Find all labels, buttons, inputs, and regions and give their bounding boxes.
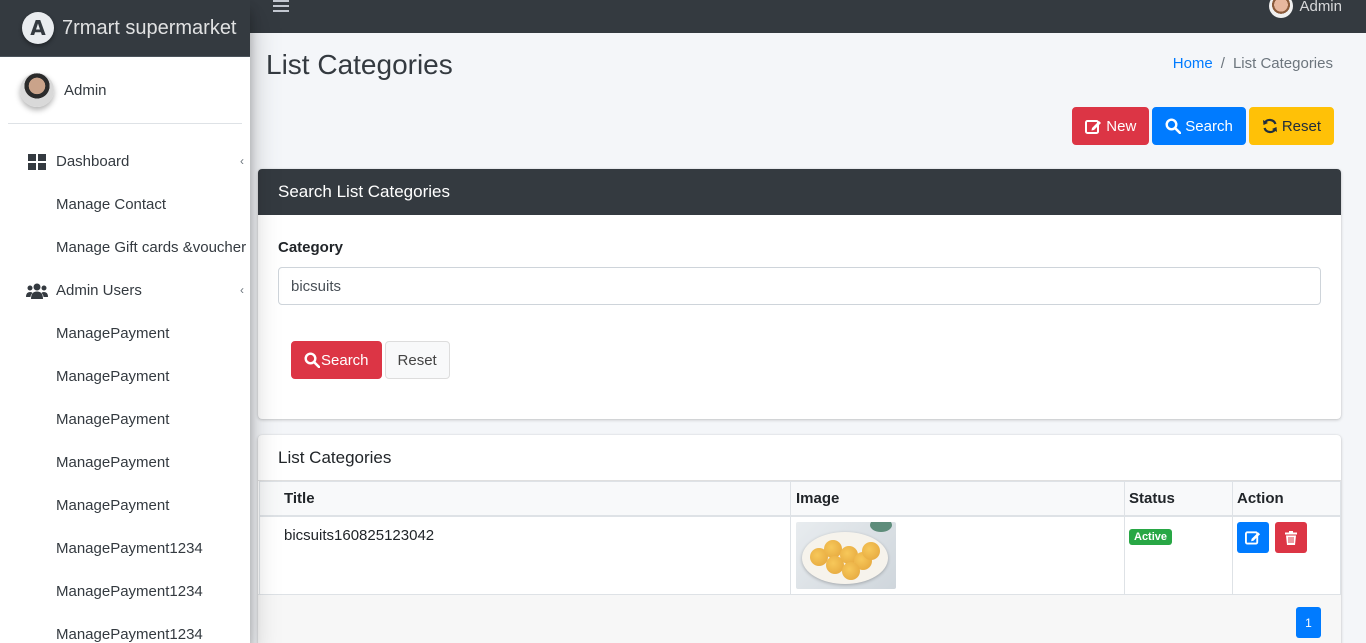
sidebar-item-label: ManagePayment xyxy=(56,368,170,385)
column-header-image: Image xyxy=(790,481,1125,517)
sidebar-item-managepayment[interactable]: ManagePayment xyxy=(0,355,250,398)
search-card: Search List Categories Category Search R… xyxy=(258,169,1341,419)
user-panel[interactable]: Admin xyxy=(8,57,242,124)
edit-icon xyxy=(1085,119,1102,134)
breadcrumb-separator: / xyxy=(1220,55,1225,72)
search-card-header: Search List Categories xyxy=(258,169,1341,215)
sidebar-item-label: Dashboard xyxy=(56,153,130,170)
category-label: Category xyxy=(278,239,344,256)
pagination-page-1[interactable]: 1 xyxy=(1296,607,1321,638)
sidebar-item-managepayment1234[interactable]: ManagePayment1234 xyxy=(0,570,250,613)
brand-logo-icon: A xyxy=(22,12,54,44)
search-icon xyxy=(304,352,320,368)
category-input[interactable] xyxy=(278,267,1321,305)
reset-button-label: Reset xyxy=(1281,117,1321,135)
dashboard-grid-icon xyxy=(26,153,48,170)
sidebar-item-label: ManagePayment xyxy=(56,497,170,514)
search-submit-button[interactable]: Search xyxy=(291,341,382,379)
search-icon xyxy=(1165,118,1182,134)
chevron-left-icon: ‹ xyxy=(240,154,244,168)
table-row: bicsuits160825123042 Active xyxy=(259,515,1341,595)
edit-row-button[interactable] xyxy=(1237,521,1269,553)
user-name[interactable]: Admin xyxy=(64,82,107,99)
list-card: List Categories Title Image Status Actio… xyxy=(258,435,1341,643)
sidebar-item-managepayment[interactable]: ManagePayment xyxy=(0,312,250,355)
row-title: bicsuits160825123042 xyxy=(259,515,791,595)
reset-button[interactable]: Reset xyxy=(1248,107,1334,145)
breadcrumb-current: List Categories xyxy=(1232,55,1333,72)
sidebar-item-label: Manage Contact xyxy=(56,196,167,213)
sidebar-item-label: ManagePayment1234 xyxy=(56,626,203,643)
row-image-cell xyxy=(790,515,1125,595)
column-header-status: Status xyxy=(1124,481,1233,517)
sidebar-item-managepayment1234[interactable]: ManagePayment1234 xyxy=(0,613,250,643)
sidebar-item-label: ManagePayment xyxy=(56,325,170,342)
sidebar-item-dashboard[interactable]: Dashboard ‹ xyxy=(0,140,250,183)
sidebar-item-managepayment[interactable]: ManagePayment xyxy=(0,441,250,484)
avatar xyxy=(1269,0,1294,18)
sidebar: A 7rmart supermarket Admin Dashboard ‹ M… xyxy=(0,0,250,643)
sidebar-item-manage-contact[interactable]: Manage Contact xyxy=(0,183,250,226)
sidebar-item-label: Admin Users xyxy=(56,282,142,299)
breadcrumb-home-link[interactable]: Home xyxy=(1173,55,1213,72)
list-card-header: List Categories xyxy=(258,435,1341,481)
page-title: List Categories xyxy=(266,49,453,80)
search-button-label: Search xyxy=(1185,117,1233,135)
brand-name: 7rmart supermarket xyxy=(62,16,237,39)
sidebar-nav: Dashboard ‹ Manage Contact Manage Gift c… xyxy=(0,124,250,643)
users-icon xyxy=(26,283,48,299)
trash-icon xyxy=(1285,530,1298,545)
delete-row-button[interactable] xyxy=(1275,522,1308,553)
sidebar-item-label: ManagePayment xyxy=(56,411,170,428)
top-user-name: Admin xyxy=(1299,0,1342,15)
sidebar-item-label: ManagePayment1234 xyxy=(56,540,203,557)
hamburger-menu-icon[interactable] xyxy=(273,0,289,12)
search-button[interactable]: Search xyxy=(1152,107,1246,145)
status-badge: Active xyxy=(1129,528,1173,545)
categories-table: Title Image Status Action bicsuits160825… xyxy=(259,481,1341,595)
column-header-title: Title xyxy=(259,481,791,517)
column-header-action: Action xyxy=(1232,481,1341,517)
breadcrumb: Home / List Categories xyxy=(1173,55,1333,72)
new-button-label: New xyxy=(1106,117,1137,135)
table-header-row: Title Image Status Action xyxy=(259,481,1341,517)
search-form-actions: Search Reset xyxy=(291,341,450,379)
row-status-cell: Active xyxy=(1124,515,1233,595)
top-user-menu[interactable]: Admin xyxy=(1269,0,1342,18)
sidebar-item-label: ManagePayment1234 xyxy=(56,583,203,600)
chevron-left-icon: ‹ xyxy=(240,283,244,297)
sidebar-item-admin-users[interactable]: Admin Users ‹ xyxy=(0,269,250,312)
sidebar-item-managepayment[interactable]: ManagePayment xyxy=(0,484,250,527)
sidebar-item-label: ManagePayment xyxy=(56,454,170,471)
sidebar-item-gift-cards[interactable]: Manage Gift cards &voucher xyxy=(0,226,250,269)
main-content: List Categories Home / List Categories N… xyxy=(250,33,1366,643)
list-card-footer: 1 xyxy=(258,594,1341,643)
edit-icon xyxy=(1245,530,1261,545)
new-button[interactable]: New xyxy=(1072,107,1150,145)
sidebar-item-label: Manage Gift cards &voucher xyxy=(56,239,247,256)
page-actions: New Search Reset xyxy=(1072,107,1334,145)
row-action-cell xyxy=(1232,515,1341,595)
brand-link[interactable]: A 7rmart supermarket xyxy=(0,0,250,57)
search-submit-label: Search xyxy=(321,351,369,369)
search-reset-button[interactable]: Reset xyxy=(384,341,450,379)
refresh-icon xyxy=(1262,118,1278,134)
top-navbar: Admin xyxy=(250,0,1366,33)
sidebar-item-managepayment[interactable]: ManagePayment xyxy=(0,398,250,441)
avatar xyxy=(20,73,54,107)
category-thumbnail xyxy=(796,521,896,589)
sidebar-item-managepayment1234[interactable]: ManagePayment1234 xyxy=(0,527,250,570)
